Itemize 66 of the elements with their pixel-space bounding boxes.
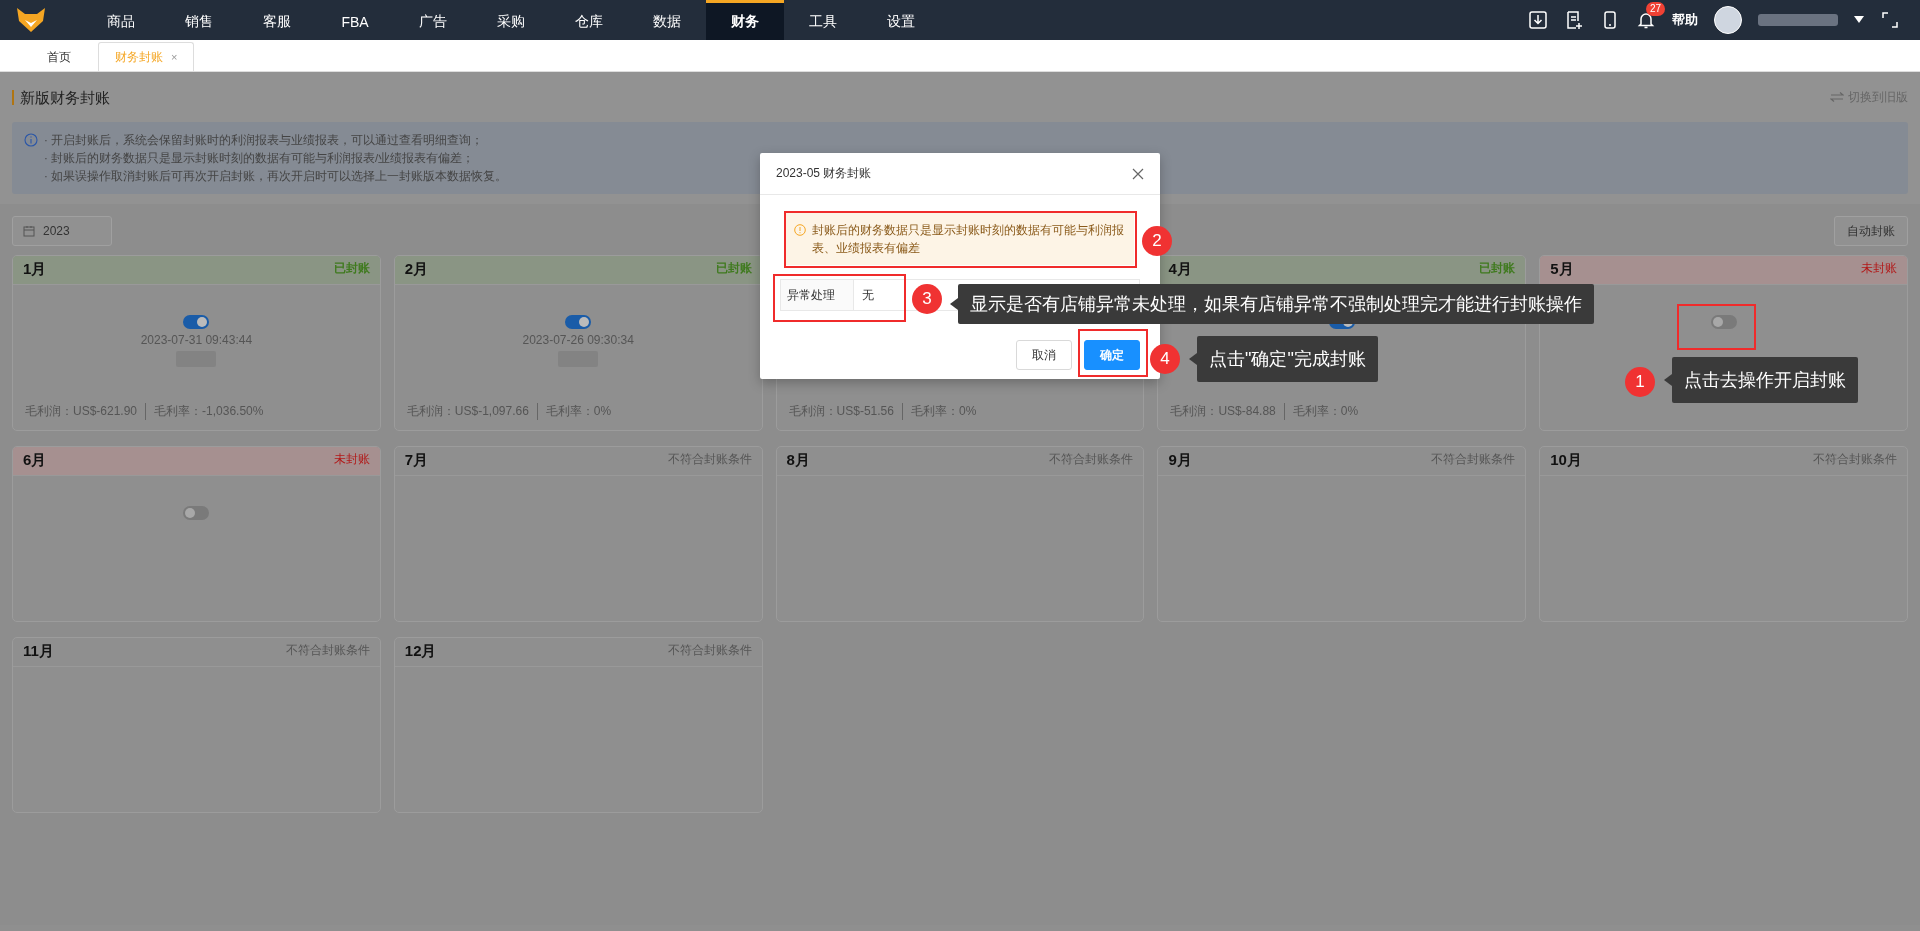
month-label: 11月 [23, 642, 54, 661]
help-link[interactable]: 帮助 [1672, 11, 1698, 29]
notification-badge: 27 [1646, 2, 1666, 16]
seal-timestamp: 2023-07-26 09:30:34 [522, 333, 634, 347]
nav-menu-item[interactable]: 工具 [784, 0, 862, 40]
bell-icon[interactable] [1636, 10, 1656, 30]
warning-alert: 封账后的财务数据只是显示封账时刻的数据有可能与利润报表、业绩报表有偏差 [786, 213, 1134, 265]
table-header-cell: 异常处理 [781, 280, 854, 310]
status-label: 未封账 [1861, 260, 1897, 277]
nav-menu-item[interactable]: 设置 [862, 0, 940, 40]
auto-close-button[interactable]: 自动封账 [1834, 216, 1908, 246]
toggle-switch[interactable] [1710, 315, 1737, 329]
table-cell-text: 无 [861, 287, 874, 303]
annotation-tooltip: 点击去操作开启封账 [1664, 357, 1858, 403]
toggle-switch[interactable] [565, 315, 592, 329]
annotation-tooltip: 显示是否有店铺异常未处理，如果有店铺异常不强制处理完才能进行封账操作 [950, 284, 1594, 324]
year-picker[interactable]: 2023 [12, 216, 112, 246]
nav-menu-item[interactable]: 财务 [706, 0, 784, 40]
nav-menu-item[interactable]: 商品 [82, 0, 160, 40]
info-icon [24, 133, 38, 147]
month-label: 9月 [1168, 451, 1192, 470]
notice-line: · 开启封账后，系统会保留封账时的利润报表与业绩报表，可以通过查看明细查询； [44, 133, 485, 148]
status-label: 未封账 [333, 451, 370, 468]
pointer-icon [950, 298, 958, 310]
fullscreen-icon[interactable] [1880, 10, 1900, 30]
month-label: 1月 [23, 260, 47, 279]
caret-icon[interactable] [1854, 16, 1864, 24]
highlight-frame [1078, 329, 1148, 377]
nav-menu-item[interactable]: 客服 [238, 0, 316, 40]
notice-line: · 封账后的财务数据只是显示封账时刻的数据有可能与利润报表/业绩报表有偏差； [44, 151, 476, 166]
toggle-switch[interactable] [183, 506, 210, 520]
month-label: 4月 [1168, 260, 1192, 279]
nav-menu-item[interactable]: 仓库 [550, 0, 628, 40]
annotation-tooltip: 点击"确定"完成封账 [1189, 336, 1378, 382]
toggle-switch[interactable] [183, 315, 210, 329]
month-label: 6月 [23, 451, 47, 470]
nav-menu-item[interactable]: 采购 [472, 0, 550, 40]
nav-menu-item[interactable]: 数据 [628, 0, 706, 40]
fox-logo[interactable] [16, 7, 46, 33]
status-label: 已封账 [1479, 260, 1516, 277]
close-icon[interactable] [1132, 167, 1144, 180]
user-avatar[interactable] [1714, 6, 1742, 34]
nav-menu-item[interactable]: FBA [316, 0, 394, 40]
calendar-icon [23, 225, 35, 237]
month-label: 8月 [786, 451, 810, 470]
month-label: 5月 [1550, 260, 1574, 279]
status-label: 已封账 [715, 260, 752, 277]
page-title: 新版财务封账 [12, 89, 110, 105]
nav-menu-item[interactable]: 销售 [160, 0, 238, 40]
pointer-icon [1664, 374, 1672, 386]
month-label: 2月 [404, 260, 429, 279]
month-label: 12月 [404, 642, 437, 661]
dialog-title: 2023-05 财务封账 [776, 165, 872, 182]
document-plus-icon[interactable] [1564, 10, 1584, 30]
status-label: 已封账 [333, 260, 370, 277]
page-tab[interactable]: 首页 [30, 42, 88, 71]
seal-timestamp: 2023-07-31 09:43:44 [140, 333, 253, 347]
warning-icon [794, 224, 806, 236]
notice-line: · 如果误操作取消封账后可再次开启封账，再次开启时可以选择上一封账版本数据恢复。 [44, 169, 508, 184]
nav-menu-item[interactable]: 广告 [394, 0, 472, 40]
cancel-button[interactable]: 取消 [1016, 340, 1072, 370]
month-label: 7月 [404, 451, 429, 470]
swap-icon [1830, 92, 1844, 102]
month-label: 10月 [1550, 451, 1582, 470]
download-icon[interactable] [1528, 10, 1548, 30]
pointer-icon [1189, 353, 1197, 365]
